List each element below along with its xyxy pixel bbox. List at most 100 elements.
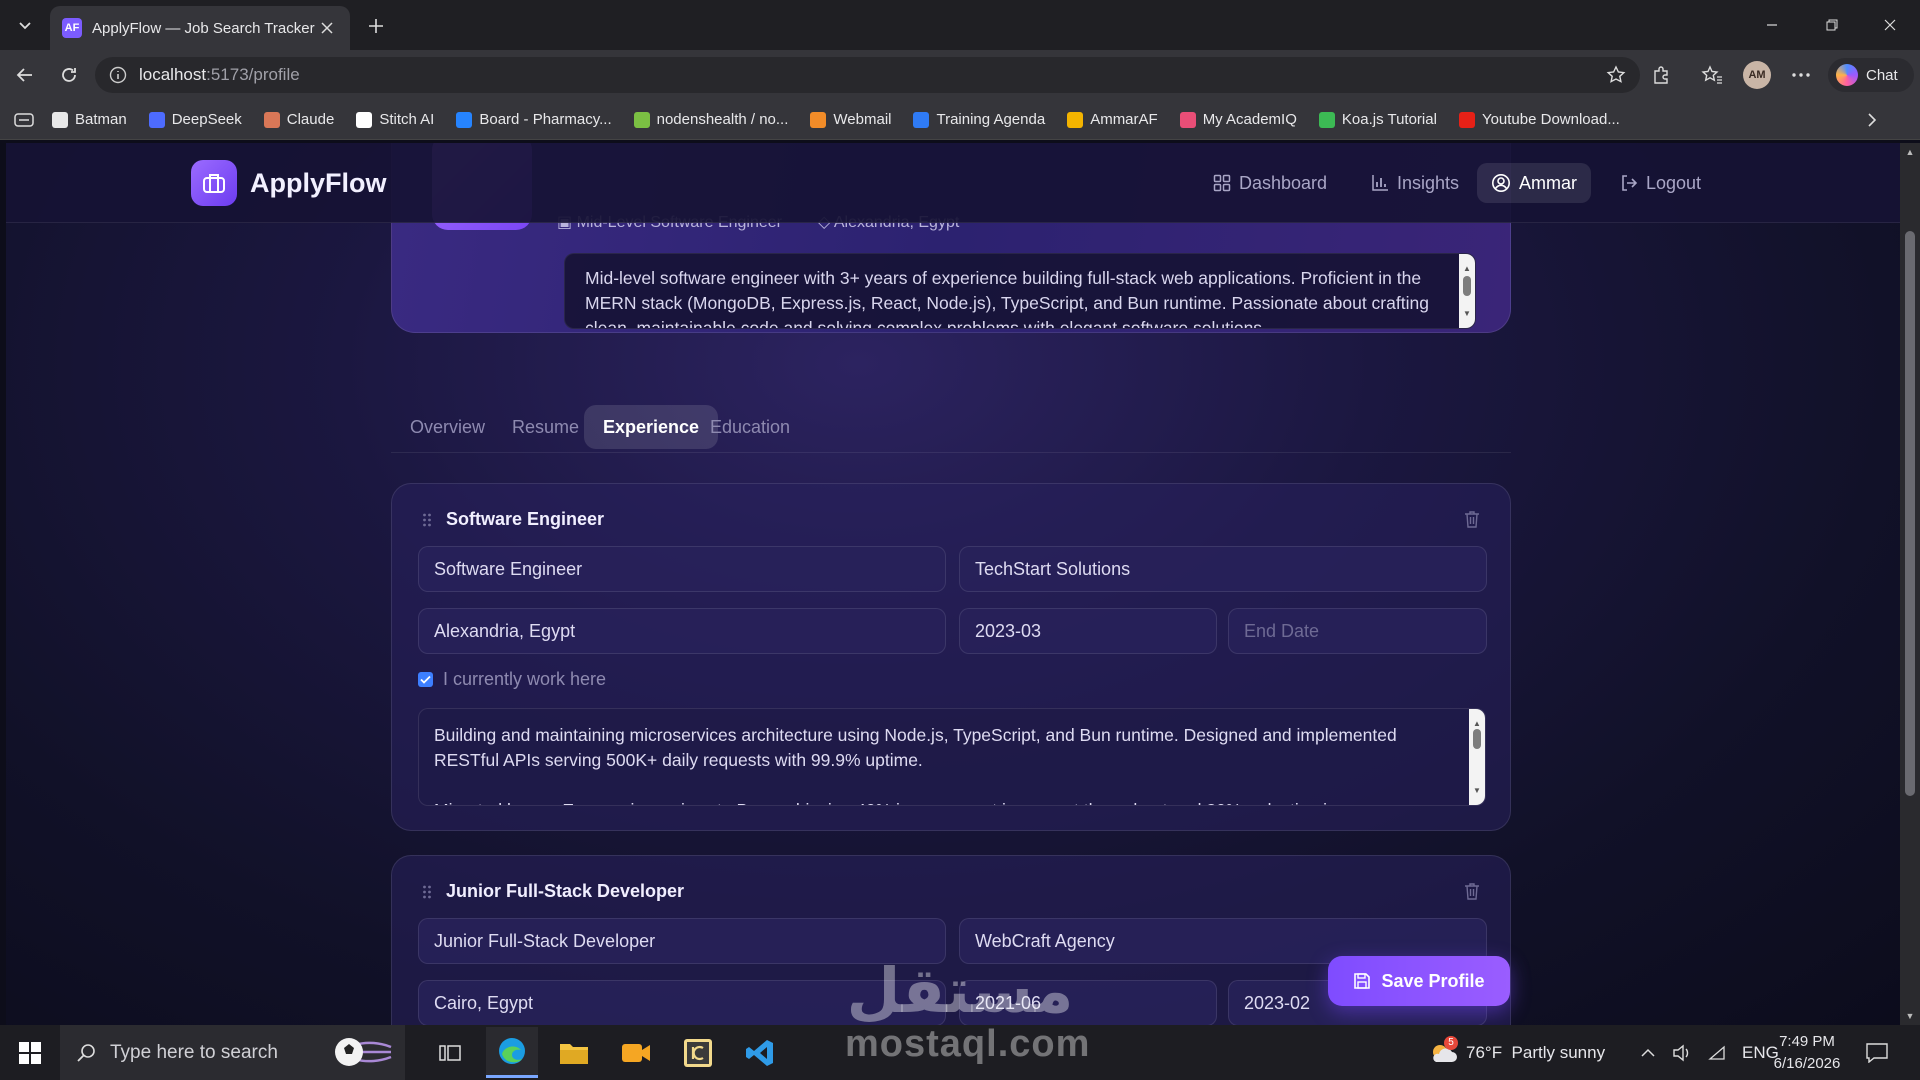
tab-overview[interactable]: Overview [391, 405, 504, 449]
user-circle-icon [1492, 174, 1510, 192]
bookmark-item[interactable]: AmmarAF [1067, 111, 1158, 128]
bookmark-item[interactable]: Batman [52, 111, 127, 128]
start-date-input[interactable]: 2023-03 [959, 608, 1217, 654]
drag-handle-icon[interactable] [422, 512, 432, 528]
weather-widget[interactable]: 5 76°F Partly sunny [1428, 1025, 1605, 1080]
company-input[interactable]: TechStart Solutions [959, 546, 1487, 592]
close-icon [321, 22, 333, 34]
profile-button[interactable]: AM [1740, 59, 1774, 91]
notifications-button[interactable] [1866, 1025, 1888, 1080]
save-profile-button[interactable]: Save Profile [1328, 956, 1510, 1006]
nav-insights[interactable]: Insights [1357, 163, 1473, 203]
bookmarks-overflow-button[interactable] [1866, 112, 1878, 127]
windows-logo-icon [19, 1042, 41, 1064]
tab-resume[interactable]: Resume [493, 405, 598, 449]
bookmark-item[interactable]: Koa.js Tutorial [1318, 111, 1437, 128]
tab-title: ApplyFlow — Job Search Tracker [92, 19, 315, 37]
close-window-button[interactable] [1860, 0, 1920, 50]
search-icon [77, 1043, 95, 1062]
wifi-icon[interactable] [1708, 1045, 1726, 1061]
bookmark-item[interactable]: Stitch AI [356, 111, 434, 128]
taskbar-zoom-app[interactable] [610, 1027, 662, 1078]
back-button[interactable] [8, 59, 42, 91]
description-scrollbar[interactable]: ▲ ▼ [1469, 709, 1485, 805]
browser-tab-active[interactable]: AF ApplyFlow — Job Search Tracker [50, 6, 350, 50]
briefcase-icon [191, 160, 237, 206]
location-input[interactable]: Cairo, Egypt [418, 980, 946, 1025]
bookmark-star-button[interactable] [1606, 65, 1626, 85]
puzzle-icon [1654, 66, 1668, 84]
volume-icon[interactable] [1672, 1044, 1692, 1062]
bio-textarea[interactable]: Mid-level software engineer with 3+ year… [564, 253, 1476, 329]
minimize-button[interactable] [1742, 0, 1802, 50]
scrollbar-thumb[interactable] [1905, 231, 1915, 796]
nav-dashboard-label: Dashboard [1239, 172, 1328, 193]
bookmark-favicon [263, 111, 280, 128]
bookmark-item[interactable]: Training Agenda [913, 111, 1045, 128]
bookmark-item[interactable]: DeepSeek [148, 111, 242, 128]
taskbar-terminal-app[interactable] [672, 1027, 724, 1078]
job-title-input[interactable]: Junior Full-Stack Developer [418, 918, 946, 964]
copilot-icon [1836, 64, 1858, 86]
nav-insights-label: Insights [1397, 172, 1460, 193]
chevron-right-icon [1868, 112, 1877, 127]
extensions-button[interactable] [1644, 59, 1678, 91]
taskbar-search[interactable]: Type here to search [60, 1025, 405, 1080]
bookmark-item[interactable]: Youtube Download... [1458, 111, 1620, 128]
copilot-chat-button[interactable]: Chat [1828, 58, 1914, 92]
description-textarea[interactable]: Building and maintaining microservices a… [418, 708, 1486, 806]
bookmark-item[interactable]: Claude [263, 111, 334, 128]
page-scrollbar[interactable]: ▲ ▼ [1900, 143, 1920, 1025]
camera-icon [622, 1043, 650, 1062]
taskbar-vscode[interactable] [734, 1027, 786, 1078]
bookmark-item[interactable]: Board - Pharmacy... [456, 111, 612, 128]
restore-button[interactable] [1802, 0, 1862, 50]
current-job-checkbox-row[interactable]: I currently work here [418, 669, 606, 690]
reload-button[interactable] [52, 59, 86, 91]
arrow-left-icon [16, 68, 32, 82]
system-clock[interactable]: 7:49 PM 6/16/2026 [1752, 1031, 1862, 1075]
experience-card: Software Engineer Software Engineer Tech… [391, 483, 1511, 831]
task-view-icon [439, 1044, 461, 1061]
terminal-app-icon [684, 1038, 712, 1067]
nav-logout[interactable]: Logout [1606, 163, 1715, 203]
brand-link[interactable]: ApplyFlow [191, 160, 387, 206]
bookmark-item[interactable]: My AcademIQ [1179, 111, 1297, 128]
tab-close-button[interactable] [316, 17, 338, 39]
end-date-input[interactable]: End Date [1228, 608, 1487, 654]
nav-dashboard[interactable]: Dashboard [1199, 163, 1341, 203]
nav-user-profile[interactable]: Ammar [1477, 163, 1591, 203]
taskbar-file-explorer[interactable] [548, 1027, 600, 1078]
start-button[interactable] [10, 1035, 50, 1071]
start-date-input[interactable]: 2021-06 [959, 980, 1217, 1025]
scroll-down-arrow[interactable]: ▼ [1905, 1011, 1915, 1021]
task-view-button[interactable] [424, 1027, 476, 1078]
scroll-up-arrow[interactable]: ▲ [1905, 147, 1915, 157]
current-job-checkbox[interactable] [418, 672, 433, 687]
chevron-up-icon[interactable] [1640, 1048, 1656, 1058]
brand-name: ApplyFlow [250, 167, 387, 198]
bio-scrollbar[interactable]: ▲ ▼ [1459, 254, 1475, 328]
taskbar-edge[interactable] [486, 1027, 538, 1078]
bookmark-item[interactable]: nodenshealth / no... [633, 111, 788, 128]
experience-heading-text: Software Engineer [446, 509, 605, 529]
job-title-input[interactable]: Software Engineer [418, 546, 946, 592]
weather-text: 76°F Partly sunny [1466, 1042, 1606, 1062]
tab-education[interactable]: Education [691, 405, 809, 449]
delete-experience-button[interactable] [1464, 510, 1480, 528]
search-placeholder: Type here to search [110, 1041, 278, 1063]
new-tab-button[interactable] [362, 12, 390, 40]
browser-menu-button[interactable] [1784, 59, 1818, 91]
address-bar[interactable]: localhost:5173/profile [95, 57, 1640, 93]
location-input[interactable]: Alexandria, Egypt [418, 608, 946, 654]
delete-experience-button[interactable] [1464, 882, 1480, 900]
bookmark-item[interactable]: Webmail [810, 111, 891, 128]
favorites-button[interactable] [1695, 59, 1729, 91]
description-paragraph: Migrated legacy Express.js services to B… [434, 798, 1445, 805]
tab-search-button[interactable] [6, 8, 44, 42]
profile-tabs: Overview Resume Experience Education [391, 403, 1511, 453]
bookmark-favicon [810, 111, 827, 128]
reading-list-button[interactable] [14, 112, 34, 127]
clock-time: 7:49 PM [1779, 1033, 1835, 1050]
drag-handle-icon[interactable] [422, 884, 432, 900]
